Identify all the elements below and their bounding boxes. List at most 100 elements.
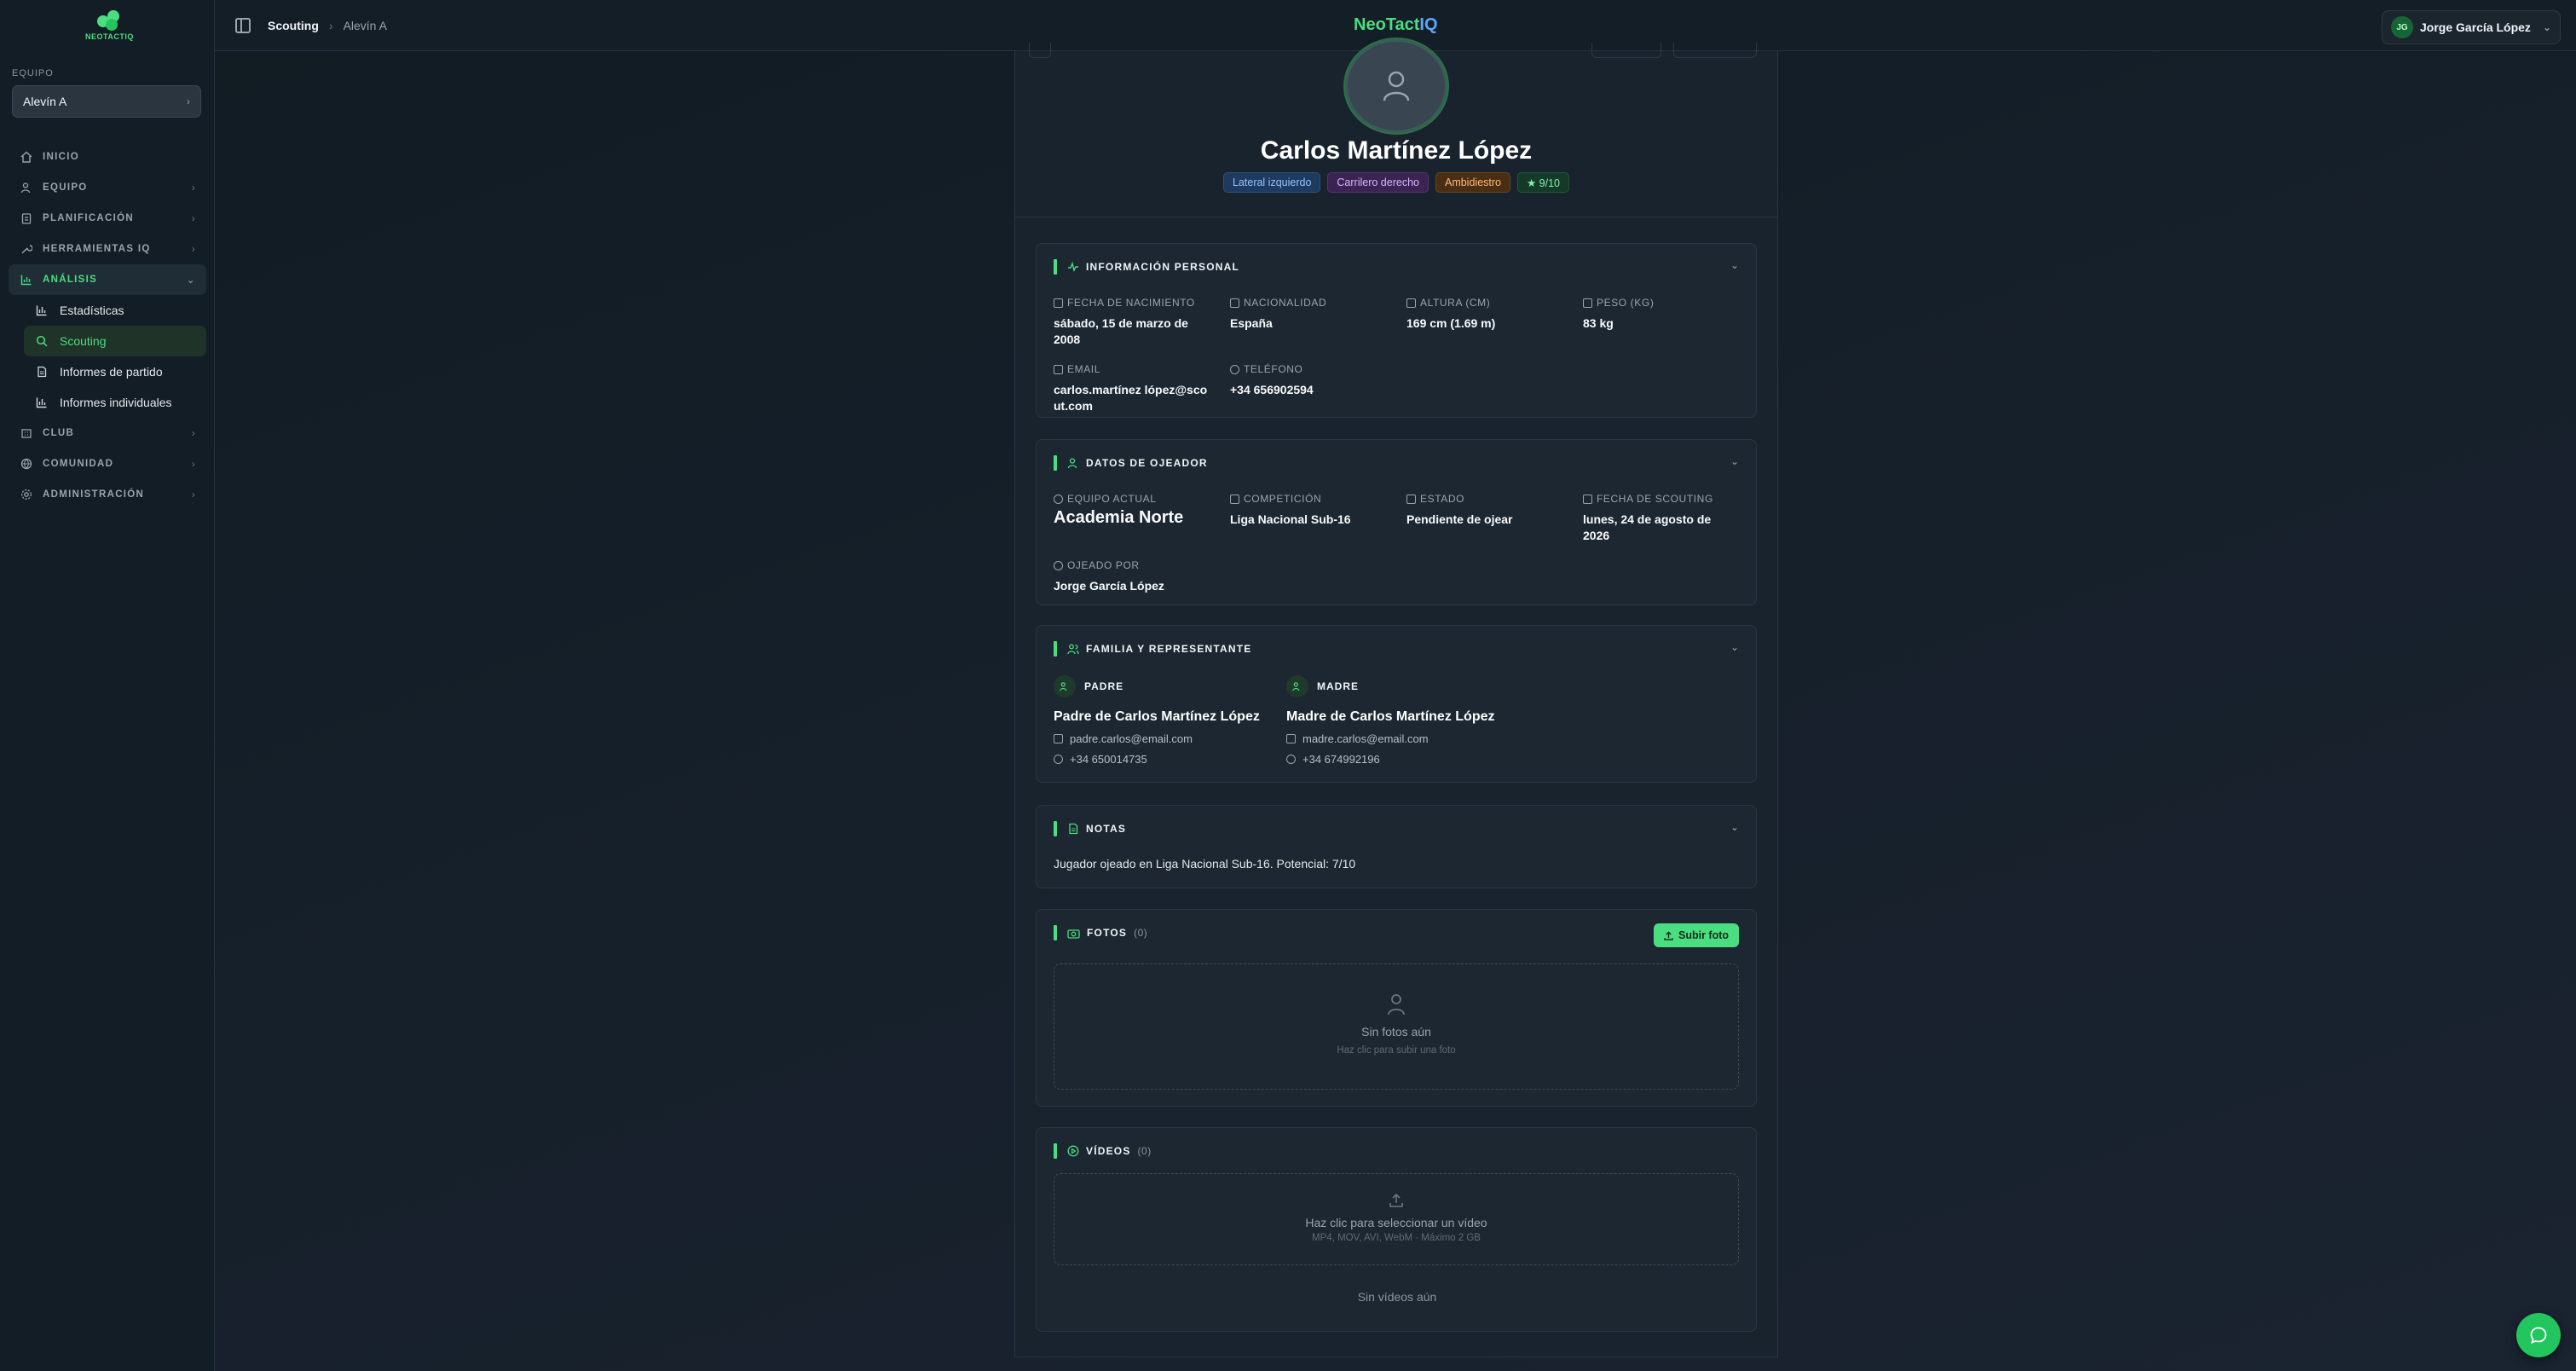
chevron-down-icon[interactable]: ⌄: [1730, 641, 1739, 653]
field-value: ut.com: [1054, 399, 1093, 413]
photos-empty-hint: Haz clic para subir una foto: [1337, 1045, 1456, 1056]
field-value: Jorge García López: [1054, 579, 1164, 593]
photo-dropzone[interactable]: Sin fotos aún Haz clic para subir una fo…: [1054, 963, 1739, 1090]
sidebar-subitem-informes-partido[interactable]: Informes de partido: [24, 356, 206, 387]
field-label: ESTADO: [1420, 493, 1465, 505]
sidebar-item-club[interactable]: CLUB ›: [9, 418, 206, 448]
activity-icon: [1406, 494, 1416, 504]
notes-text: Jugador ojeado en Liga Nacional Sub-16. …: [1054, 857, 1356, 871]
video-dropzone[interactable]: Haz clic para seleccionar un vídeo MP4, …: [1054, 1173, 1739, 1265]
sidebar-item-equipo[interactable]: EQUIPO ›: [9, 172, 206, 203]
activity-icon: [1068, 261, 1078, 273]
phone-icon: [1054, 755, 1063, 764]
sidebar-item-administracion[interactable]: ADMINISTRACIÓN ›: [9, 479, 206, 510]
sidebar-item-inicio[interactable]: INICIO: [9, 142, 206, 172]
flag-icon: [1230, 298, 1239, 308]
field-label: COMPETICIÓN: [1244, 493, 1322, 505]
section-accent-bar: [1054, 821, 1057, 836]
bar-chart-icon: [34, 396, 49, 408]
edit-button[interactable]: [1591, 43, 1661, 58]
scouting-date-field: FECHA DE SCOUTING lunes, 24 de agosto de…: [1583, 493, 1745, 544]
chevron-down-icon[interactable]: ⌄: [1730, 821, 1739, 833]
videos-card: VÍDEOS (0) Haz clic para seleccionar un …: [1036, 1127, 1757, 1332]
analisis-submenu: Estadísticas Scouting Informes de partid…: [9, 295, 206, 418]
more-actions-button[interactable]: [1673, 43, 1757, 58]
upload-photo-button[interactable]: Subir foto: [1653, 923, 1739, 947]
sidebar-subitem-informes-individuales[interactable]: Informes individuales: [24, 387, 206, 418]
card-header[interactable]: NOTAS: [1054, 821, 1126, 836]
breadcrumb-separator-icon: ›: [328, 19, 333, 32]
team-selector[interactable]: Alevín A ›: [12, 85, 201, 118]
weight-field: PESO (KG) 83 kg: [1583, 297, 1654, 332]
calendar-icon: [1054, 298, 1063, 308]
card-header[interactable]: FAMILIA Y REPRESENTANTE: [1054, 641, 1252, 657]
sidebar-subitem-label: Informes de partido: [60, 365, 163, 379]
parent-phone[interactable]: +34 674992196: [1302, 753, 1380, 766]
player-avatar[interactable]: [1345, 39, 1447, 133]
sidebar-item-label: HERRAMIENTAS IQ: [43, 244, 151, 254]
field-label: EMAIL: [1067, 363, 1101, 375]
status-field: ESTADO Pendiente de ojear: [1406, 493, 1512, 528]
sidebar-item-label: ADMINISTRACIÓN: [43, 489, 145, 500]
photo-count: (0): [1134, 927, 1148, 939]
photos-empty-text: Sin fotos aún: [1361, 1025, 1431, 1038]
field-value: Liga Nacional Sub-16: [1230, 512, 1351, 526]
player-name: Carlos Martínez López: [1260, 136, 1533, 165]
parent-phone[interactable]: +34 650014735: [1070, 753, 1147, 766]
chart-icon: [19, 274, 34, 286]
field-value: Academia Norte: [1054, 508, 1184, 527]
chevron-right-icon: ›: [191, 182, 196, 194]
field-value: +34 656902594: [1230, 383, 1314, 396]
parent-name: Padre de Carlos Martínez López: [1054, 709, 1260, 724]
field-value: 169 cm (1.69 m): [1406, 316, 1496, 330]
logo[interactable]: NEOTACTIQ: [85, 9, 134, 41]
sidebar-item-herramientas[interactable]: HERRAMIENTAS IQ ›: [9, 234, 206, 264]
chevron-down-icon: ⌄: [2542, 21, 2551, 33]
parent-email[interactable]: padre.carlos@email.com: [1070, 732, 1193, 745]
chevron-right-icon: ›: [191, 458, 196, 470]
chevron-right-icon: ›: [187, 95, 190, 107]
breadcrumb-current[interactable]: Scouting: [268, 19, 319, 32]
trophy-icon: [1230, 494, 1239, 504]
chevron-down-icon[interactable]: ⌄: [1730, 455, 1739, 467]
bar-chart-icon: [34, 304, 49, 316]
brand-title[interactable]: NeoTactIQ: [1354, 15, 1438, 35]
video-dropzone-text: Haz clic para seleccionar un vídeo: [1305, 1216, 1487, 1229]
rating-badge: ★ 9/10: [1516, 172, 1569, 193]
field-label: ALTURA (CM): [1420, 297, 1491, 309]
sidebar-subitem-estadisticas[interactable]: Estadísticas: [24, 295, 206, 326]
sidebar-item-comunidad[interactable]: COMUNIDAD ›: [9, 448, 206, 479]
sidebar-item-analisis[interactable]: ANÁLISIS ⌄: [9, 264, 206, 295]
weight-icon: [1583, 298, 1592, 308]
position-badge: Lateral izquierdo: [1222, 172, 1321, 193]
sidebar-subitem-scouting[interactable]: Scouting: [24, 326, 206, 356]
player-header: Carlos Martínez López Lateral izquierdo …: [1015, 39, 1777, 217]
chat-icon: [2530, 1327, 2547, 1344]
sidebar-item-planificacion[interactable]: PLANIFICACIÓN ›: [9, 203, 206, 234]
user-name: Jorge García López: [2420, 20, 2531, 34]
user-menu-button[interactable]: JG Jorge García López ⌄: [2382, 10, 2561, 44]
document-icon: [1069, 823, 1078, 835]
chevron-down-icon[interactable]: ⌄: [1730, 259, 1739, 271]
user-placeholder-icon: [1054, 993, 1738, 1020]
video-dropzone-hint: MP4, MOV, AVI, WebM · Máximo 2 GB: [1312, 1233, 1481, 1243]
logo-text: NEOTACTIQ: [85, 32, 134, 41]
birth-date-field: FECHA DE NACIMIENTO sábado, 15 de marzo …: [1054, 297, 1216, 348]
card-header[interactable]: INFORMACIÓN PERSONAL: [1054, 259, 1239, 275]
card-header[interactable]: DATOS DE OJEADOR: [1054, 455, 1208, 471]
parent-email[interactable]: madre.carlos@email.com: [1302, 732, 1429, 745]
sidebar-toggle-icon[interactable]: [235, 18, 251, 33]
gear-icon: [19, 489, 34, 500]
sidebar-item-label: ANÁLISIS: [43, 275, 98, 285]
family-card: FAMILIA Y REPRESENTANTE ⌄ PADRE Padre de…: [1036, 625, 1757, 783]
ruler-icon: [1406, 298, 1416, 308]
chat-button[interactable]: [2516, 1313, 2561, 1357]
current-team-field: EQUIPO ACTUAL Academia Norte: [1054, 493, 1183, 526]
back-button[interactable]: [1029, 43, 1051, 58]
sidebar-subitem-label: Informes individuales: [60, 396, 172, 409]
section-accent-bar: [1054, 259, 1057, 275]
field-label: TELÉFONO: [1244, 363, 1303, 375]
card-title: INFORMACIÓN PERSONAL: [1086, 261, 1239, 273]
team-selector-value: Alevín A: [23, 95, 67, 108]
sidebar-subitem-label: Estadísticas: [60, 304, 124, 317]
